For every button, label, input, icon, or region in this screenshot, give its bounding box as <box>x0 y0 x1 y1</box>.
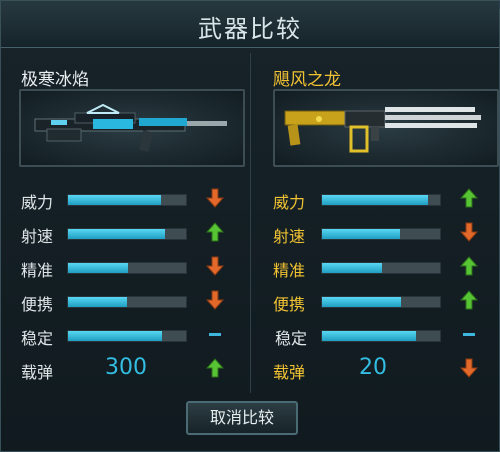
ammo-value-right: 20 <box>359 355 387 380</box>
stability-bar-right <box>321 330 441 342</box>
portability-indicator-right-icon <box>459 289 479 311</box>
stat-label-stability: 稳定 <box>21 329 54 348</box>
stat-label-portability: 便携 <box>273 295 306 314</box>
stat-row-power-left: 威力 <box>9 187 249 213</box>
rate-bar-left <box>67 228 187 240</box>
stat-row-rate-right: 射速 <box>263 221 500 247</box>
accuracy-bar-right <box>321 262 441 274</box>
portability-bar-fill-right <box>322 297 402 307</box>
stat-label-accuracy: 精准 <box>21 261 54 280</box>
accuracy-indicator-right-icon <box>459 255 479 277</box>
portability-bar-left <box>67 296 187 308</box>
accuracy-bar-fill-left <box>68 263 129 273</box>
stat-row-accuracy-right: 精准 <box>263 255 500 281</box>
power-bar-fill-right <box>322 195 429 205</box>
weapon-image-left <box>19 89 245 167</box>
rate-indicator-right-icon <box>459 221 479 243</box>
accuracy-bar-left <box>67 262 187 274</box>
rate-bar-fill-left <box>68 229 165 239</box>
ice-rifle-icon <box>34 103 227 152</box>
ammo-indicator-left-icon <box>205 357 225 379</box>
stat-label-rate-of-fire: 射速 <box>273 227 306 246</box>
stat-row-rate-left: 射速 <box>9 221 249 247</box>
portability-bar-fill-left <box>68 297 127 307</box>
power-bar-right <box>321 194 441 206</box>
stat-row-stability-left: 稳定 <box>9 323 249 349</box>
stability-indicator-right-icon <box>459 323 479 345</box>
weapon-panel-left: 极寒冰焰 威力 射速 精准 便携 稳定 载弹 300 <box>9 47 249 392</box>
weapon-name-right: 飓风之龙 <box>273 70 341 90</box>
stat-row-accuracy-left: 精准 <box>9 255 249 281</box>
rate-bar-fill-right <box>322 229 400 239</box>
stat-label-stability: 稳定 <box>275 329 308 348</box>
stat-label-power: 威力 <box>273 193 306 212</box>
stat-row-stability-right: 稳定 <box>263 323 500 349</box>
rate-indicator-left-icon <box>205 221 225 243</box>
title-bar: 武器比较 <box>1 1 499 48</box>
dialog-title: 武器比较 <box>198 15 302 43</box>
panel-divider <box>250 53 251 393</box>
power-indicator-left-icon <box>205 187 225 209</box>
stat-label-ammo: 载弹 <box>273 363 306 382</box>
accuracy-indicator-left-icon <box>205 255 225 277</box>
weapon-panel-right: 飓风之龙 威力 射速 精准 便携 稳定 载弹 20 <box>263 47 500 392</box>
accuracy-bar-fill-right <box>322 263 383 273</box>
stability-bar-fill-right <box>322 331 417 341</box>
stability-bar-fill-left <box>68 331 163 341</box>
stat-row-portability-right: 便携 <box>263 289 500 315</box>
stability-bar-left <box>67 330 187 342</box>
rate-bar-right <box>321 228 441 240</box>
cancel-compare-button[interactable]: 取消比较 <box>186 401 298 435</box>
power-bar-fill-left <box>68 195 162 205</box>
stat-label-rate-of-fire: 射速 <box>21 227 54 246</box>
ammo-value-left: 300 <box>105 355 147 380</box>
stability-indicator-left-icon <box>205 323 225 345</box>
stat-label-power: 威力 <box>21 193 54 212</box>
weapon-image-right <box>273 89 499 167</box>
weapon-compare-dialog: 武器比较 极寒冰焰 威力 射速 精准 便携 稳定 载弹 300 飓风之龙 威力 … <box>0 0 500 452</box>
portability-indicator-left-icon <box>205 289 225 311</box>
stat-row-ammo-left: 载弹 300 <box>9 355 249 383</box>
power-bar-left <box>67 194 187 206</box>
stat-label-ammo: 载弹 <box>21 363 54 382</box>
portability-bar-right <box>321 296 441 308</box>
ammo-indicator-right-icon <box>459 357 479 379</box>
stat-row-ammo-right: 载弹 20 <box>263 355 500 383</box>
stat-label-portability: 便携 <box>21 295 54 314</box>
power-indicator-right-icon <box>459 187 479 209</box>
stat-row-portability-left: 便携 <box>9 289 249 315</box>
stat-row-power-right: 威力 <box>263 187 500 213</box>
stat-label-accuracy: 精准 <box>273 261 306 280</box>
weapon-name-left: 极寒冰焰 <box>21 70 89 90</box>
dragon-gatling-icon <box>284 107 481 153</box>
